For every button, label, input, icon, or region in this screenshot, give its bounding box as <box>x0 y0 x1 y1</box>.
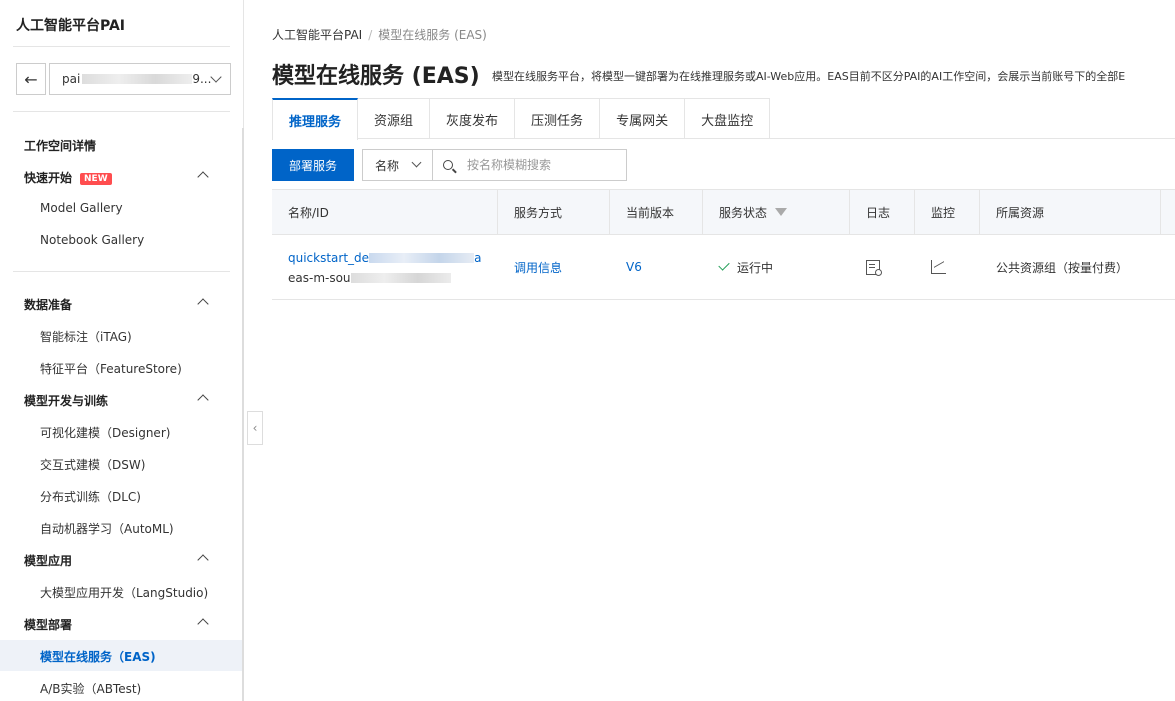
col-name: 名称/ID <box>272 190 498 234</box>
log-icon[interactable] <box>866 259 882 276</box>
nav-item-langstudio[interactable]: 大模型应用开发（LangStudio) <box>40 584 208 601</box>
deploy-service-button[interactable]: 部署服务 <box>272 149 354 181</box>
tab-dedicated-gateway[interactable]: 专属网关 <box>600 98 686 139</box>
resource-text: 公共资源组（按量付费） <box>996 260 1129 275</box>
redacted-workspace <box>82 74 193 84</box>
nav-item-eas[interactable]: 模型在线服务（EAS) <box>40 648 156 665</box>
chevron-down-icon <box>411 157 422 168</box>
service-name-prefix: quickstart_de <box>288 251 370 265</box>
nav-item-abtest[interactable]: A/B实验（ABTest) <box>40 680 141 697</box>
col-resource: 所属资源 <box>980 190 1161 234</box>
divider <box>13 111 230 112</box>
nav-item-designer[interactable]: 可视化建模（Designer) <box>40 424 170 441</box>
chevron-up-icon[interactable] <box>197 618 209 630</box>
chevron-up-icon[interactable] <box>197 394 209 406</box>
invoke-info-link[interactable]: 调用信息 <box>498 235 610 299</box>
divider <box>13 46 230 47</box>
tab-bar: 推理服务 资源组 灰度发布 压测任务 专属网关 大盘监控 <box>272 98 771 140</box>
arrow-left-icon: ← <box>24 69 38 89</box>
nav-group-model-app[interactable]: 模型应用 <box>24 552 72 569</box>
tab-inference-service[interactable]: 推理服务 <box>272 98 359 140</box>
collapse-sidebar-button[interactable]: ‹ <box>247 411 263 445</box>
cell-status: 运行中 <box>703 235 850 299</box>
tab-stress-test[interactable]: 压测任务 <box>515 98 601 139</box>
cell-monitor <box>915 235 980 299</box>
table-row: quickstart_de a eas-m-sou 调用信息 V6 运行中 公共资… <box>272 235 1175 300</box>
nav-workspace-detail[interactable]: 工作空间详情 <box>24 137 96 154</box>
redacted-id <box>350 273 451 283</box>
nav-group-model-deploy[interactable]: 模型部署 <box>24 616 72 633</box>
cell-log <box>850 235 915 299</box>
page-description: 模型在线服务平台，将模型一键部署为在线推理服务或AI-Web应用。EAS目前不区… <box>492 70 1126 83</box>
nav-item-featurestore[interactable]: 特征平台（FeatureStore) <box>40 360 182 377</box>
service-name-link[interactable]: quickstart_de a <box>288 251 481 265</box>
chevron-up-icon[interactable] <box>197 171 209 183</box>
service-id: eas-m-sou <box>288 271 451 285</box>
nav-item-dsw[interactable]: 交互式建模（DSW) <box>40 456 145 473</box>
chevron-up-icon[interactable] <box>197 298 209 310</box>
nav-item-automl[interactable]: 自动机器学习（AutoML) <box>40 520 174 537</box>
col-status-label: 服务状态 <box>719 205 768 220</box>
redacted-name <box>369 253 475 263</box>
nav-item-notebook-gallery[interactable]: Notebook Gallery <box>40 233 144 247</box>
nav-group-model-dev[interactable]: 模型开发与训练 <box>24 392 108 409</box>
check-icon <box>718 259 730 271</box>
search-box <box>432 149 627 181</box>
nav-group-quickstart[interactable]: 快速开始 NEW <box>24 169 112 186</box>
nav-item-dlc[interactable]: 分布式训练（DLC) <box>40 488 141 505</box>
service-name-suffix: a <box>474 251 482 265</box>
tab-dashboard[interactable]: 大盘监控 <box>685 98 771 139</box>
sidebar-scrollbar[interactable] <box>242 128 244 701</box>
chevron-left-icon: ‹ <box>252 421 258 435</box>
platform-title: 人工智能平台PAI <box>16 18 126 34</box>
status-text: 运行中 <box>737 260 774 275</box>
search-field-select[interactable]: 名称 <box>362 149 433 181</box>
tab-resource-group[interactable]: 资源组 <box>358 98 431 139</box>
filter-icon[interactable] <box>775 208 788 216</box>
monitor-chart-icon[interactable] <box>931 260 946 274</box>
back-button[interactable]: ← <box>16 63 46 95</box>
divider <box>272 138 1175 139</box>
nav-item-itag[interactable]: 智能标注（iTAG) <box>40 328 132 345</box>
sidebar: 人工智能平台PAI ← pai 9... 工作空间详情 快速开始 NEW Mode… <box>0 0 244 701</box>
cell-name: quickstart_de a eas-m-sou <box>272 235 498 299</box>
breadcrumb-root[interactable]: 人工智能平台PAI <box>272 28 362 42</box>
search-input[interactable] <box>467 158 617 172</box>
divider <box>13 271 230 272</box>
breadcrumb: 人工智能平台PAI / 模型在线服务 (EAS) <box>272 26 487 43</box>
search-field-label: 名称 <box>375 158 400 173</box>
nav-item-model-gallery[interactable]: Model Gallery <box>40 201 123 215</box>
col-version: 当前版本 <box>610 190 703 234</box>
page-title: 模型在线服务 (EAS) <box>272 64 480 89</box>
tab-canary-release[interactable]: 灰度发布 <box>430 98 516 139</box>
col-log: 日志 <box>850 190 915 234</box>
chevron-down-icon <box>210 71 222 83</box>
search-icon[interactable] <box>443 160 453 170</box>
service-id-prefix: eas-m-sou <box>288 271 351 285</box>
breadcrumb-current: 模型在线服务 (EAS) <box>378 28 487 42</box>
chevron-up-icon[interactable] <box>197 554 209 566</box>
col-method: 服务方式 <box>498 190 610 234</box>
workspace-select[interactable]: pai 9... <box>49 63 231 95</box>
breadcrumb-separator: / <box>368 28 373 42</box>
table-header: 名称/ID 服务方式 当前版本 服务状态 日志 监控 所属资源 <box>272 189 1175 235</box>
col-status: 服务状态 <box>703 190 850 234</box>
nav-group-label: 快速开始 <box>24 171 73 185</box>
workspace-name-suffix: 9... <box>192 72 212 86</box>
nav-group-data-prep[interactable]: 数据准备 <box>24 296 72 313</box>
version-link[interactable]: V6 <box>610 235 703 299</box>
workspace-name-prefix: pai <box>62 72 81 86</box>
col-monitor: 监控 <box>915 190 980 234</box>
new-badge: NEW <box>80 173 112 185</box>
